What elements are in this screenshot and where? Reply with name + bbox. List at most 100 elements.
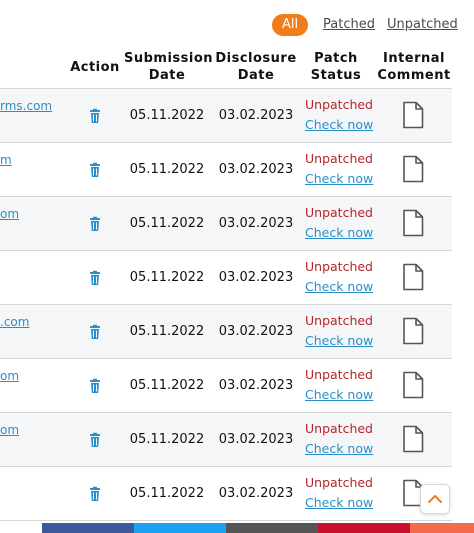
share-bar-segment[interactable] <box>226 523 318 533</box>
comment-button[interactable] <box>402 155 424 183</box>
comment-button[interactable] <box>402 425 424 453</box>
patch-status: Unpatched <box>305 421 373 436</box>
submission-date: 05.11.2022 <box>129 108 205 123</box>
table-row: m 05.11.2022 03.02.2023 Unpatched Check … <box>0 143 452 197</box>
filter-patched-link[interactable]: Patched <box>323 14 375 36</box>
submission-date: 05.11.2022 <box>129 378 205 393</box>
domain-link[interactable]: om <box>0 369 19 383</box>
check-now-link[interactable]: Check now <box>305 279 373 294</box>
check-now-link[interactable]: Check now <box>305 333 373 348</box>
share-bar-segment[interactable] <box>42 523 134 533</box>
patch-status: Unpatched <box>305 205 373 220</box>
trash-icon <box>90 108 100 123</box>
header-comment-line1: Internal <box>382 51 446 66</box>
document-icon <box>403 317 424 345</box>
submission-date: 05.11.2022 <box>129 324 205 339</box>
trash-icon <box>90 216 100 231</box>
delete-button[interactable] <box>87 162 103 178</box>
domain-link[interactable]: .com <box>0 315 29 329</box>
domain-link[interactable]: m <box>0 153 12 167</box>
share-bar-segment[interactable] <box>410 523 474 533</box>
document-icon <box>403 101 424 129</box>
table-row: om 05.11.2022 03.02.2023 Unpatched Check… <box>0 359 452 413</box>
check-now-link[interactable]: Check now <box>305 225 373 240</box>
disclosure-date: 03.02.2023 <box>218 270 294 285</box>
check-now-link[interactable]: Check now <box>305 117 373 132</box>
header-disclosure-line2: Date <box>237 68 275 83</box>
delete-button[interactable] <box>87 432 103 448</box>
disclosure-date: 03.02.2023 <box>218 432 294 447</box>
domain-link[interactable]: om <box>0 207 19 221</box>
document-icon <box>403 371 424 399</box>
header-internal-comment: Internal Comment <box>376 50 452 84</box>
share-bar <box>0 523 474 533</box>
disclosure-date: 03.02.2023 <box>218 486 294 501</box>
check-now-link[interactable]: Check now <box>305 441 373 456</box>
table-row: om 05.11.2022 03.02.2023 Unpatched Check… <box>0 197 452 251</box>
header-patch-line1: Patch <box>314 51 358 66</box>
submission-date: 05.11.2022 <box>129 216 205 231</box>
chevron-up-icon <box>428 495 442 503</box>
disclosure-date: 03.02.2023 <box>218 324 294 339</box>
header-patch-line2: Status <box>310 68 362 83</box>
comment-button[interactable] <box>402 209 424 237</box>
filter-all-button[interactable]: All <box>272 14 308 36</box>
header-submission-line2: Date <box>148 68 186 83</box>
share-bar-segment[interactable] <box>134 523 226 533</box>
disclosure-date: 03.02.2023 <box>218 162 294 177</box>
delete-button[interactable] <box>87 108 103 124</box>
patch-status: Unpatched <box>305 475 373 490</box>
trash-icon <box>90 432 100 447</box>
header-comment-line2: Comment <box>377 68 451 83</box>
document-icon <box>403 155 424 183</box>
filter-bar: All Patched Unpatched <box>0 14 474 36</box>
submission-date: 05.11.2022 <box>129 162 205 177</box>
header-action: Action <box>70 60 120 75</box>
disclosure-date: 03.02.2023 <box>218 378 294 393</box>
delete-button[interactable] <box>87 270 103 286</box>
patch-status: Unpatched <box>305 259 373 274</box>
domain-link[interactable]: om <box>0 423 19 437</box>
table-row: 05.11.2022 03.02.2023 Unpatched Check no… <box>0 467 452 521</box>
trash-icon <box>90 486 100 501</box>
document-icon <box>403 263 424 291</box>
comment-button[interactable] <box>402 101 424 129</box>
comment-button[interactable] <box>402 263 424 291</box>
scroll-to-top-button[interactable] <box>420 484 450 514</box>
patch-status: Unpatched <box>305 151 373 166</box>
table-header: Action Submission Date Disclosure Date P… <box>0 44 474 89</box>
disclosure-date: 03.02.2023 <box>218 216 294 231</box>
submission-date: 05.11.2022 <box>129 432 205 447</box>
patch-status: Unpatched <box>305 97 373 112</box>
patch-status: Unpatched <box>305 313 373 328</box>
header-submission-date: Submission Date <box>124 50 214 84</box>
header-disclosure-date: Disclosure Date <box>214 50 298 84</box>
check-now-link[interactable]: Check now <box>305 495 373 510</box>
submission-date: 05.11.2022 <box>129 270 205 285</box>
delete-button[interactable] <box>87 216 103 232</box>
table-row: .com 05.11.2022 03.02.2023 Unpatched Che… <box>0 305 452 359</box>
header-submission-line1: Submission <box>124 51 214 66</box>
check-now-link[interactable]: Check now <box>305 171 373 186</box>
header-patch-status: Patch Status <box>302 50 370 84</box>
filter-unpatched-link[interactable]: Unpatched <box>387 14 458 36</box>
trash-icon <box>90 270 100 285</box>
delete-button[interactable] <box>87 324 103 340</box>
trash-icon <box>90 162 100 177</box>
patch-status: Unpatched <box>305 367 373 382</box>
table-row: om 05.11.2022 03.02.2023 Unpatched Check… <box>0 413 452 467</box>
trash-icon <box>90 378 100 393</box>
domain-link[interactable]: rms.com <box>0 99 52 113</box>
table-row: 05.11.2022 03.02.2023 Unpatched Check no… <box>0 251 452 305</box>
disclosure-date: 03.02.2023 <box>218 108 294 123</box>
submission-date: 05.11.2022 <box>129 486 205 501</box>
share-bar-segment[interactable] <box>318 523 410 533</box>
comment-button[interactable] <box>402 317 424 345</box>
header-disclosure-line1: Disclosure <box>215 51 297 66</box>
share-bar-segment <box>0 523 42 533</box>
comment-button[interactable] <box>402 371 424 399</box>
delete-button[interactable] <box>87 486 103 502</box>
check-now-link[interactable]: Check now <box>305 387 373 402</box>
delete-button[interactable] <box>87 378 103 394</box>
table-row: rms.com 05.11.2022 03.02.2023 Unpatched … <box>0 89 452 143</box>
